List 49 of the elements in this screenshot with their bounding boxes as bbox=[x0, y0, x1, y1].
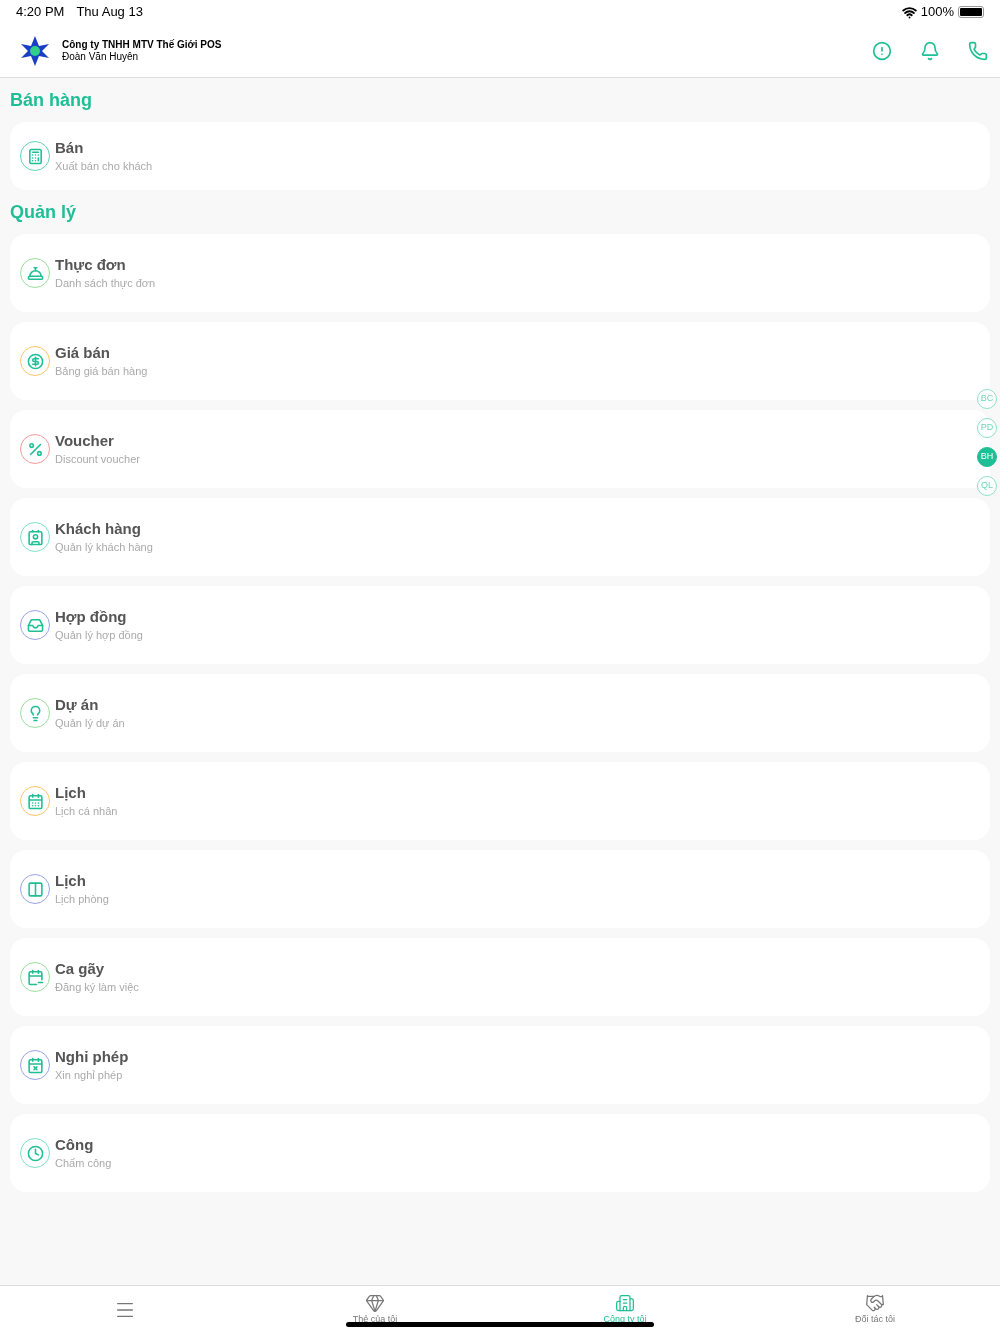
menu-item[interactable]: Thực đơn Danh sách thực đơn bbox=[10, 234, 990, 312]
item-title: Voucher bbox=[55, 431, 115, 451]
item-subtitle: Quản lý hợp đồng bbox=[55, 628, 143, 643]
battery-icon bbox=[958, 6, 984, 18]
item-title: Hợp đồng bbox=[55, 607, 128, 627]
menu-item[interactable]: Ca gãy Đăng ký làm việc bbox=[10, 938, 990, 1016]
item-subtitle: Lịch cá nhân bbox=[55, 804, 118, 819]
item-subtitle: Chấm công bbox=[55, 1156, 112, 1171]
item-title: Ca gãy bbox=[55, 959, 106, 979]
item-subtitle: Bảng giá bán hàng bbox=[55, 364, 148, 379]
item-subtitle: Lịch phòng bbox=[55, 892, 109, 907]
tab-button[interactable]: Thẻ của tôi bbox=[250, 1286, 500, 1334]
item-subtitle: Xin nghỉ phép bbox=[55, 1068, 124, 1083]
diamond-icon bbox=[365, 1293, 385, 1314]
menu-item[interactable]: Bán Xuất bán cho khách bbox=[10, 122, 990, 190]
logo-icon bbox=[20, 34, 50, 67]
section-title: Quản lý bbox=[10, 200, 77, 224]
item-subtitle: Xuất bán cho khách bbox=[55, 159, 153, 174]
item-title: Lịch bbox=[55, 871, 87, 891]
user-name: Đoàn Văn Huyên bbox=[62, 50, 140, 63]
menu-item[interactable]: Lịch Lịch phòng bbox=[10, 850, 990, 928]
menu-item[interactable]: Hợp đồng Quản lý hợp đồng bbox=[10, 586, 990, 664]
section-title: Bán hàng bbox=[10, 88, 93, 112]
wifi-icon bbox=[901, 4, 917, 20]
item-title: Giá bán bbox=[55, 343, 111, 363]
handshake-icon bbox=[865, 1293, 885, 1314]
menu-item[interactable]: Khách hàng Quản lý khách hàng bbox=[10, 498, 990, 576]
status-time: 4:20 PM bbox=[16, 3, 65, 22]
item-subtitle: Quản lý dự án bbox=[55, 716, 125, 731]
item-subtitle: Discount voucher bbox=[55, 452, 140, 467]
menu-item[interactable]: Công Chấm công bbox=[10, 1114, 990, 1192]
building-icon bbox=[615, 1293, 635, 1314]
item-title: Thực đơn bbox=[55, 255, 127, 275]
status-date: Thu Aug 13 bbox=[76, 3, 143, 22]
company-name: Công ty TNHH MTV Thế Giới POS bbox=[62, 38, 222, 51]
item-subtitle: Quản lý khách hàng bbox=[55, 540, 153, 555]
menu-item[interactable]: Nghỉ phép Xin nghỉ phép bbox=[10, 1026, 990, 1104]
item-title: Công bbox=[55, 1135, 95, 1155]
item-title: Lịch bbox=[55, 783, 87, 803]
tab-button[interactable]: Đối tác tôi bbox=[750, 1286, 1000, 1334]
battery-level: 100% bbox=[920, 3, 954, 22]
item-title: Dự án bbox=[55, 695, 100, 715]
item-title: Khách hàng bbox=[55, 519, 142, 539]
item-subtitle: Đăng ký làm việc bbox=[55, 980, 139, 995]
item-subtitle: Danh sách thực đơn bbox=[55, 276, 156, 291]
menu-item[interactable]: Lịch Lịch cá nhân bbox=[10, 762, 990, 840]
item-title: Bán bbox=[55, 138, 85, 158]
menu-item[interactable]: Dự án Quản lý dự án bbox=[10, 674, 990, 752]
item-title: Nghỉ phép bbox=[55, 1047, 129, 1067]
